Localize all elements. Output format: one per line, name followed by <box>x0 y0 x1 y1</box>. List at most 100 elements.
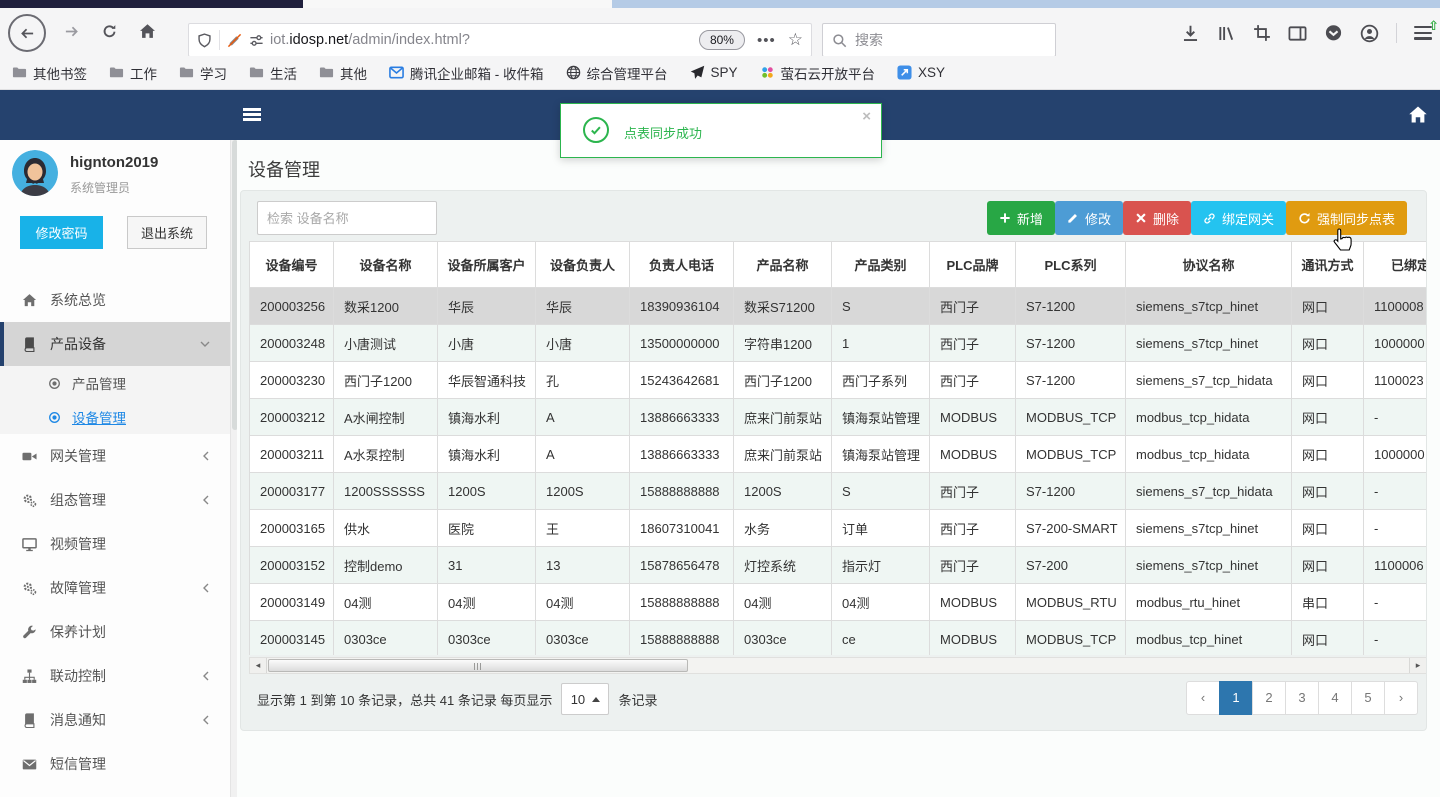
sidebar-item-maintenance[interactable]: 保养计划 <box>0 610 230 654</box>
back-button[interactable] <box>8 14 46 52</box>
table-row[interactable]: 200003211 A水泵控制 镇海水利 A 13886663333 庶来门前泵站 镇海泵站… <box>249 435 1426 473</box>
bookmark-item[interactable]: 萤石云开放平台 <box>760 63 875 83</box>
book-icon <box>22 713 37 728</box>
sidebar-item-fault[interactable]: 故障管理 <box>0 566 230 610</box>
device-search-input[interactable] <box>257 201 437 235</box>
page-button-1[interactable]: 1 <box>1219 681 1253 715</box>
table-row[interactable]: 200003230 西门子1200 华辰智通科技孔 15243642681 西门子120… <box>249 361 1426 399</box>
permissions-icon[interactable] <box>249 33 264 48</box>
close-icon[interactable]: × <box>862 108 871 125</box>
page-size-select[interactable]: 10 <box>561 683 610 715</box>
zoom-level-badge[interactable]: 80% <box>698 30 745 50</box>
sidebar-item-overview[interactable]: 系统总览 <box>0 278 230 322</box>
sidebar-item-gateway[interactable]: 网关管理 <box>0 434 230 478</box>
bookmark-star-icon[interactable]: ☆ <box>788 30 803 50</box>
table-cell: modbus_tcp_hidata <box>1125 398 1292 436</box>
sidebar-item-device-mgmt[interactable]: 设备管理 <box>0 400 230 434</box>
bind-gateway-button[interactable]: 绑定网关 <box>1190 201 1286 235</box>
sidebar-item-sms[interactable]: 短信管理 <box>0 742 230 786</box>
bookmark-folder[interactable]: 其他书签 <box>12 63 87 83</box>
table-cell: A <box>535 435 630 473</box>
logout-button[interactable]: 退出系统 <box>127 216 207 249</box>
col-header: 设备编号 <box>249 241 334 288</box>
table-row[interactable]: 200003177 1200SSSSSS 1200S 1200S 15888888888… <box>249 472 1426 510</box>
table-cell: 15878656478 <box>629 546 734 584</box>
scroll-right-button[interactable]: ▸ <box>1409 658 1426 673</box>
table-row[interactable]: 200003212 A水闸控制 镇海水利 A 13886663333 庶来门前泵站 镇海泵站… <box>249 398 1426 436</box>
table-cell: - <box>1363 583 1426 621</box>
sidebar-item-partial[interactable] <box>0 786 230 797</box>
bookmark-item[interactable]: XSY <box>897 65 945 80</box>
delete-button[interactable]: 删除 <box>1122 201 1191 235</box>
table-row[interactable]: 200003145 0303ce 0303ce 0303ce 15888888888 03… <box>249 620 1426 655</box>
user-card: hignton2019 系统管理员 修改密码 退出系统 <box>0 140 230 278</box>
table-cell: 数采S71200 <box>733 287 832 325</box>
table-cell: 200003248 <box>249 324 334 362</box>
sidebar-item-config[interactable]: 组态管理 <box>0 478 230 522</box>
next-page-button[interactable]: › <box>1384 681 1418 715</box>
page-button-4[interactable]: 4 <box>1318 681 1352 715</box>
bookmark-item[interactable]: 综合管理平台 <box>566 63 668 83</box>
page-button-2[interactable]: 2 <box>1252 681 1286 715</box>
shield-icon[interactable] <box>197 33 212 48</box>
screenshot-icon[interactable] <box>1253 24 1271 42</box>
home-button[interactable] <box>130 14 164 48</box>
bookmark-folder[interactable]: 工作 <box>109 63 157 83</box>
edit-button[interactable]: 修改 <box>1054 201 1123 235</box>
page-actions-icon[interactable]: ••• <box>757 32 776 49</box>
table-cell: 订单 <box>831 509 930 547</box>
sidebar-scrollbar[interactable] <box>230 140 238 797</box>
table-cell: 18607310041 <box>629 509 734 547</box>
horizontal-scrollbar[interactable]: ◂ ▸ <box>249 657 1426 674</box>
browser-tab-active[interactable] <box>0 0 303 8</box>
prev-page-button[interactable]: ‹ <box>1186 681 1220 715</box>
sidebar-item-product-mgmt[interactable]: 产品管理 <box>0 366 230 400</box>
table-cell: 王 <box>535 509 630 547</box>
table-row[interactable]: 200003165 供水 医院王 18607310041 水务 订单 西门子 S7-200-S… <box>249 509 1426 547</box>
reload-button[interactable] <box>92 14 126 48</box>
chevron-left-icon <box>202 451 210 461</box>
table-cell: 串口 <box>1291 583 1364 621</box>
url-bar[interactable]: iot.idosp.net/admin/index.html? 80% ••• … <box>188 23 812 57</box>
table-row[interactable]: 200003248 小唐测试 小唐 小唐 13500000000 字符串1200 1 西门子 S… <box>249 324 1426 362</box>
menu-icon[interactable]: ⇧ <box>1414 18 1439 40</box>
x-icon <box>1135 212 1147 224</box>
bookmark-folder[interactable]: 其他 <box>319 63 367 83</box>
library-icon[interactable] <box>1217 24 1236 43</box>
sidebar-menu: 系统总览 产品设备 产品管理 设备管理 网关管理 组态管理 视频管理 故障管理 … <box>0 278 230 797</box>
table-row[interactable]: 200003152 控制demo 31 13 15878656478 灯控系统 指示灯 西门子… <box>249 546 1426 584</box>
pocket-icon[interactable] <box>1324 24 1343 43</box>
page-button-5[interactable]: 5 <box>1351 681 1385 715</box>
bookmark-item[interactable]: 腾讯企业邮箱 - 收件箱 <box>389 63 544 83</box>
sidebar-item-video[interactable]: 视频管理 <box>0 522 230 566</box>
blocked-content-icon[interactable] <box>227 33 242 48</box>
url-subdomain: iot. <box>270 32 290 48</box>
bookmark-item[interactable]: SPY <box>690 65 738 80</box>
app-home-icon[interactable] <box>1408 105 1428 125</box>
forward-button[interactable] <box>54 14 88 48</box>
browser-tab-inactive[interactable] <box>303 0 612 8</box>
sidebar-item-message[interactable]: 消息通知 <box>0 698 230 742</box>
bookmark-folder[interactable]: 生活 <box>249 63 297 83</box>
scroll-left-button[interactable]: ◂ <box>250 658 267 673</box>
sidebar-toggle-icon[interactable] <box>1288 24 1307 43</box>
change-password-button[interactable]: 修改密码 <box>20 216 103 249</box>
sidebar-item-product-device[interactable]: 产品设备 <box>0 322 230 366</box>
sidebar-collapse-icon[interactable] <box>243 108 261 121</box>
downloads-icon[interactable] <box>1181 24 1200 43</box>
search-icon <box>832 33 847 48</box>
add-button[interactable]: 新增 <box>986 201 1055 235</box>
bookmark-folder[interactable]: 学习 <box>179 63 227 83</box>
table-cell: S7-1200 <box>1015 361 1126 399</box>
scrollbar-thumb[interactable] <box>268 659 688 672</box>
page-button-3[interactable]: 3 <box>1285 681 1319 715</box>
account-icon[interactable] <box>1360 24 1379 43</box>
table-cell: 网口 <box>1291 509 1364 547</box>
browser-search[interactable]: 搜索 <box>822 23 1056 57</box>
table-cell: S <box>831 287 930 325</box>
table-row[interactable]: 200003149 04测 04测 04测 15888888888 04测 04测 MODBU… <box>249 583 1426 621</box>
pencil-icon <box>1067 212 1079 224</box>
sidebar-item-linkage[interactable]: 联动控制 <box>0 654 230 698</box>
table-cell: 网口 <box>1291 324 1364 362</box>
table-row[interactable]: 200003256 数采1200 华辰 华辰 18390936104 数采S71200 S 西… <box>249 287 1426 325</box>
